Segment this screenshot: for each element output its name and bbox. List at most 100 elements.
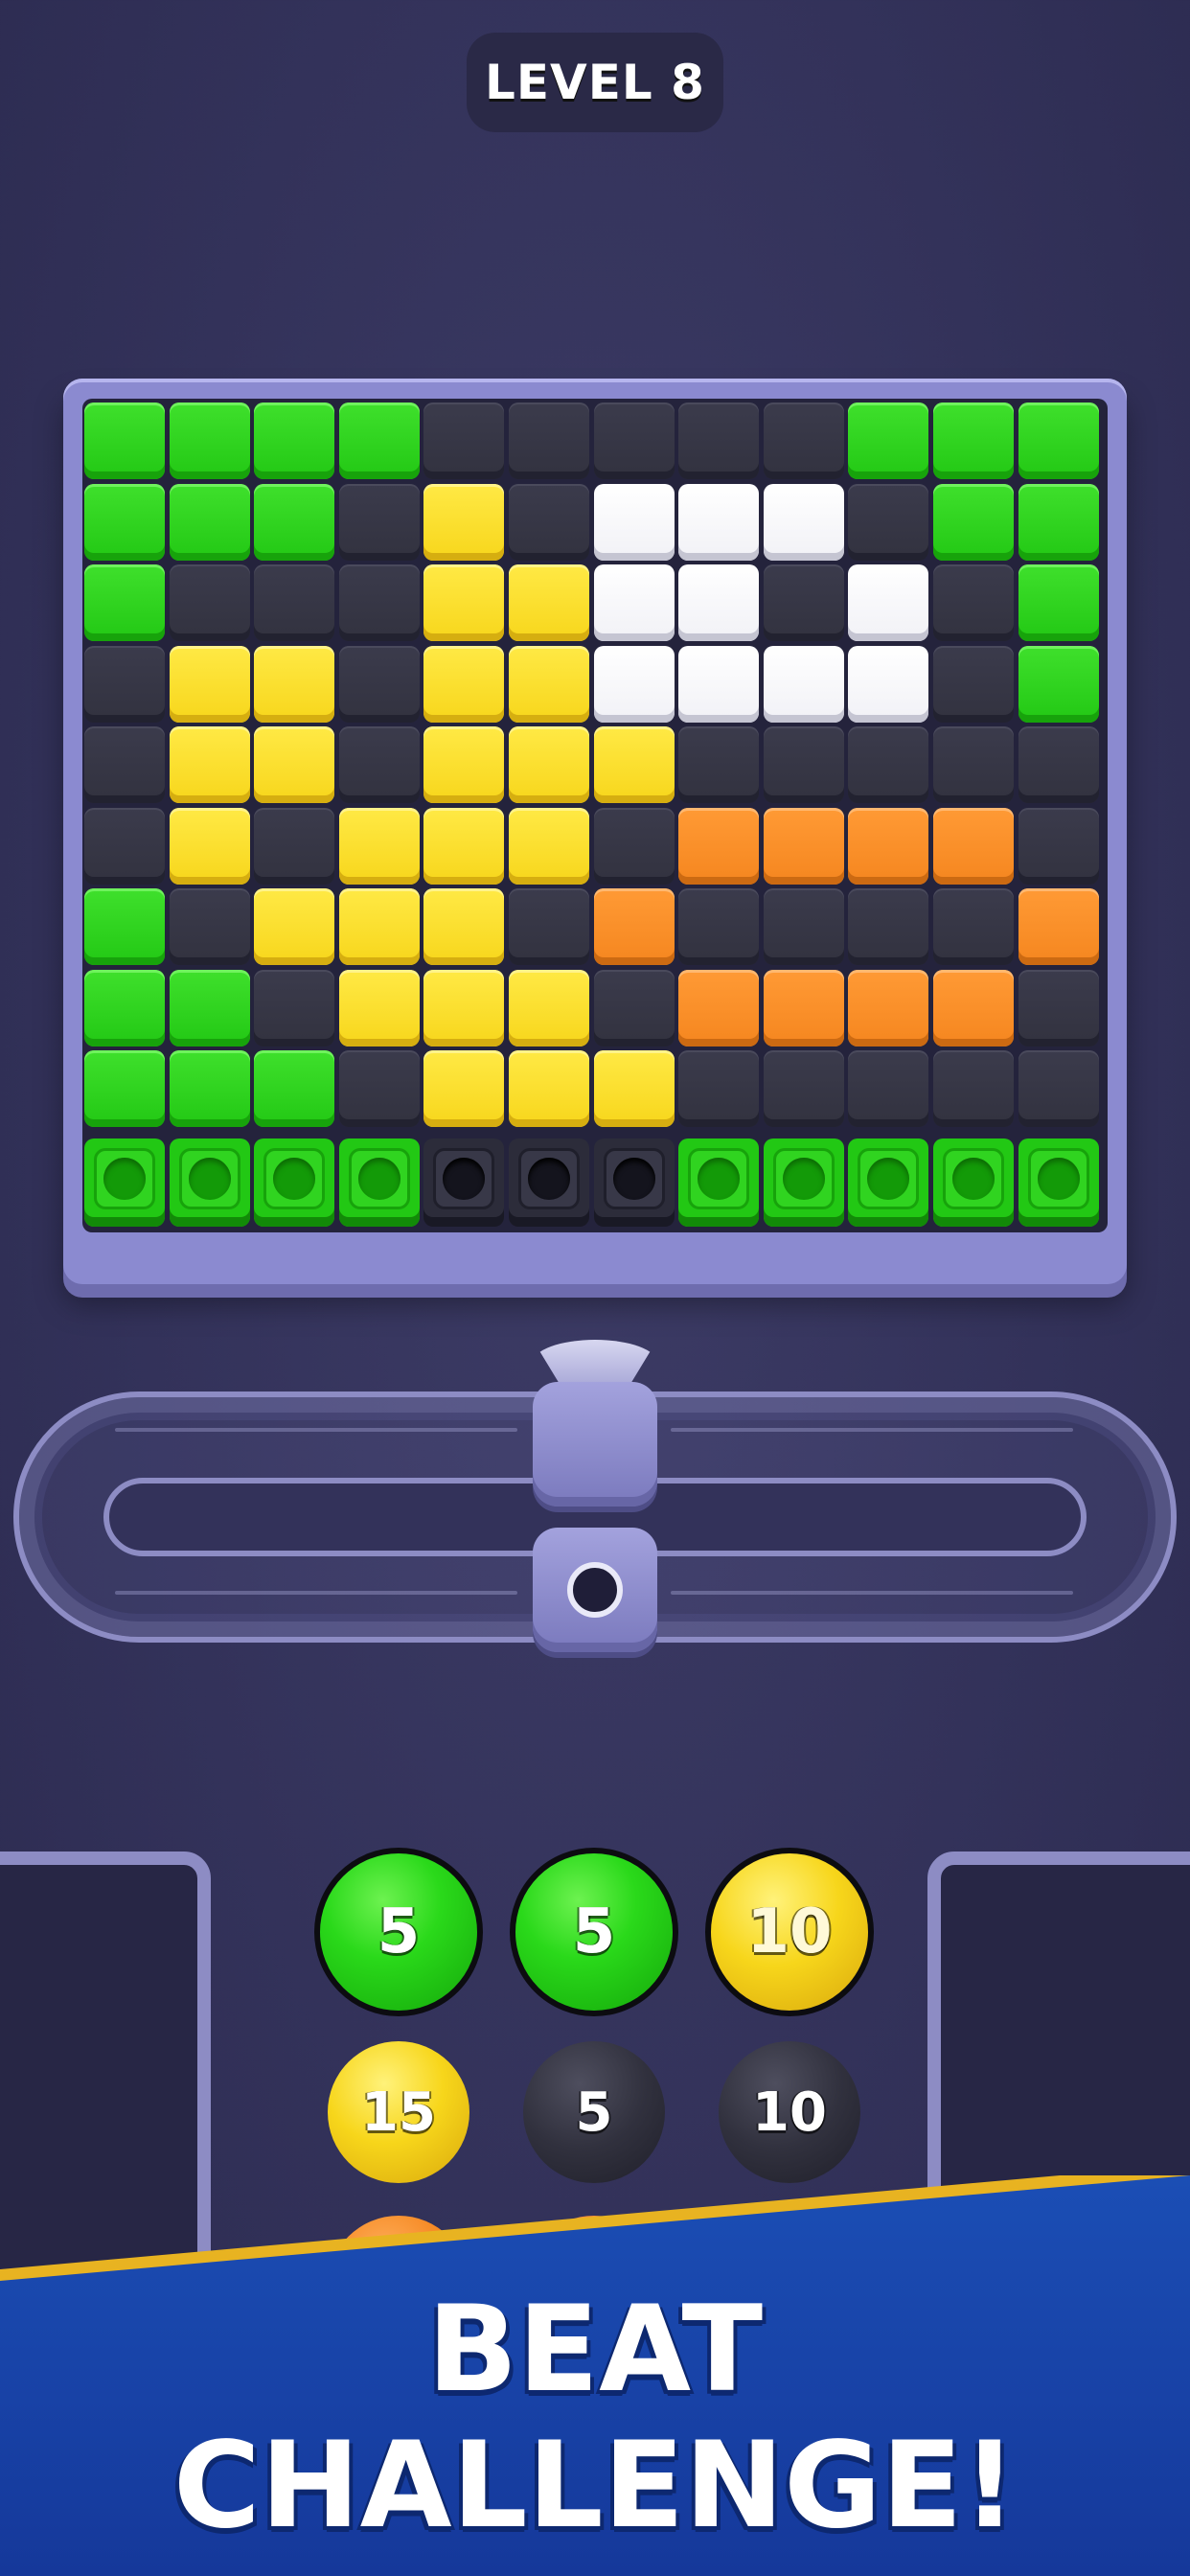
grid-cell-green [84, 564, 165, 641]
grid-cell-dark [933, 564, 1014, 641]
grid-cell-dark [678, 726, 759, 803]
grid-cell-green [170, 970, 250, 1046]
grid-cell-yellow [423, 726, 504, 803]
grid-cell-dark [254, 970, 334, 1046]
grid-cell-green [84, 402, 165, 479]
grid-cell-white [848, 646, 928, 723]
grid-cell-green [84, 484, 165, 561]
shooter-slot-green [933, 1138, 1014, 1227]
grid-cell-dark [678, 888, 759, 965]
grid-cell-white [848, 564, 928, 641]
grid-cell-dark [254, 808, 334, 885]
shooter-slot-green [848, 1138, 928, 1227]
grid-cell-yellow [423, 564, 504, 641]
grid-cell-yellow [423, 808, 504, 885]
grid-cell-dark [339, 646, 420, 723]
grid-cell-white [764, 646, 844, 723]
grid-cell-yellow [423, 1050, 504, 1127]
grid-cell-orange [764, 808, 844, 885]
shooter-hole [273, 1158, 315, 1200]
grid-cell-orange [848, 970, 928, 1046]
shooter-slot-green [84, 1138, 165, 1227]
grid-cell-yellow [170, 726, 250, 803]
shooter-slot-green [678, 1138, 759, 1227]
grid-cell-green [339, 402, 420, 479]
grid-cell-white [594, 484, 675, 561]
ball-green[interactable]: 5 [314, 1848, 483, 2016]
shooter-slot-dark [509, 1138, 589, 1227]
level-label: LEVEL 8 [485, 55, 705, 110]
grid-cell-yellow [509, 1050, 589, 1127]
grid-cell-yellow [509, 726, 589, 803]
grid-cell-dark [170, 564, 250, 641]
grid-cell-yellow [339, 808, 420, 885]
grid-cell-dark [339, 564, 420, 641]
banner-line-1: BEAT [426, 2281, 764, 2419]
shooter-hole [358, 1158, 400, 1200]
grid-cell-white [764, 484, 844, 561]
grid-cell-green [170, 402, 250, 479]
grid-cell-orange [933, 808, 1014, 885]
shooter-slot-green [764, 1138, 844, 1227]
ball-value: 10 [752, 2081, 827, 2144]
track-slot-bottom[interactable] [533, 1528, 657, 1652]
grid-cell-white [678, 646, 759, 723]
grid-cell-yellow [339, 888, 420, 965]
shooter-slot-green [254, 1138, 334, 1227]
shooter-hole [698, 1158, 740, 1200]
grid-cell-dark [1018, 726, 1099, 803]
grid-cell-yellow [254, 726, 334, 803]
shooter-hole [952, 1158, 995, 1200]
shooter-hole [867, 1158, 909, 1200]
grid-cell-yellow [594, 726, 675, 803]
grid-cell-yellow [423, 888, 504, 965]
grid-cell-dark [254, 564, 334, 641]
grid-cell-yellow [423, 646, 504, 723]
pixel-grid [84, 402, 1106, 1230]
shooter-slot-dark [423, 1138, 504, 1227]
grid-cell-dark [848, 888, 928, 965]
ball-green[interactable]: 5 [510, 1848, 678, 2016]
grid-cell-green [1018, 402, 1099, 479]
grid-cell-dark [764, 888, 844, 965]
grid-cell-yellow [594, 1050, 675, 1127]
grid-cell-green [254, 402, 334, 479]
grid-cell-dark [764, 564, 844, 641]
grid-cell-yellow [509, 808, 589, 885]
ball-value: 5 [572, 1897, 616, 1967]
ball-value: 5 [377, 1897, 421, 1967]
grid-cell-dark [170, 888, 250, 965]
ball-dark: 5 [523, 2041, 665, 2183]
shooter-hole [783, 1158, 825, 1200]
grid-cell-green [84, 888, 165, 965]
grid-cell-white [678, 564, 759, 641]
grid-cell-dark [1018, 1050, 1099, 1127]
grid-cell-white [594, 646, 675, 723]
grid-cell-dark [933, 646, 1014, 723]
grid-cell-dark [594, 970, 675, 1046]
grid-cell-yellow [423, 970, 504, 1046]
grid-cell-dark [933, 888, 1014, 965]
grid-cell-dark [848, 484, 928, 561]
grid-cell-orange [933, 970, 1014, 1046]
grid-cell-yellow [423, 484, 504, 561]
grid-cell-dark [509, 402, 589, 479]
grid-cell-yellow [254, 646, 334, 723]
grid-cell-orange [848, 808, 928, 885]
grid-cell-dark [933, 1050, 1014, 1127]
shooter-slot-dark [594, 1138, 675, 1227]
grid-cell-dark [84, 646, 165, 723]
grid-cell-orange [678, 970, 759, 1046]
grid-cell-green [933, 402, 1014, 479]
grid-cell-dark [1018, 808, 1099, 885]
grid-cell-green [933, 484, 1014, 561]
track-groove [671, 1428, 1073, 1432]
shooter-hole [189, 1158, 231, 1200]
grid-cell-dark [594, 402, 675, 479]
grid-cell-dark [339, 1050, 420, 1127]
ball-yellow[interactable]: 10 [705, 1848, 874, 2016]
grid-cell-orange [678, 808, 759, 885]
grid-cell-green [170, 1050, 250, 1127]
track-slot-top [533, 1382, 657, 1506]
grid-cell-dark [678, 402, 759, 479]
